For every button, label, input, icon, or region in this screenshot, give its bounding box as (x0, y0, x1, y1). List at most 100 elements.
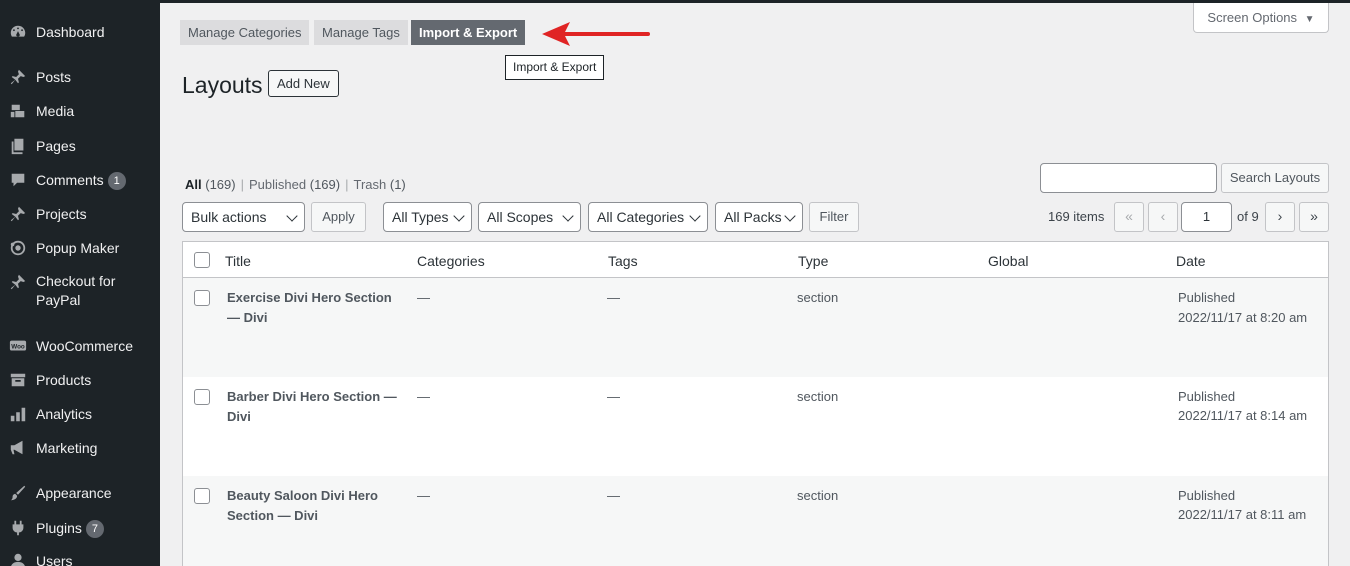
tab-manage-tags[interactable]: Manage Tags (314, 20, 408, 45)
select-all-checkbox[interactable] (194, 252, 210, 268)
pushpin-icon (9, 205, 27, 223)
sidebar-item-products[interactable]: Products (0, 370, 160, 390)
apply-button[interactable]: Apply (311, 202, 366, 232)
view-trash-count: (1) (389, 177, 406, 192)
table-row: Exercise Divi Hero Section — Divi — — se… (183, 278, 1328, 377)
row-date: 2022/11/17 at 8:11 am (1178, 507, 1307, 522)
tooltip-import-export: Import & Export (505, 55, 605, 80)
layouts-table: Title Categories Tags Type Global Date E… (182, 241, 1329, 566)
paintbrush-icon (9, 484, 27, 502)
sidebar-item-dashboard[interactable]: Dashboard (0, 22, 160, 42)
prev-page-button: ‹ (1148, 202, 1178, 232)
sidebar-item-label: Posts (36, 69, 72, 85)
chevron-down-icon (689, 210, 701, 222)
filter-button[interactable]: Filter (809, 202, 859, 232)
tab-manage-categories[interactable]: Manage Categories (180, 20, 310, 45)
sidebar-item-label: Checkout for PayPal (36, 273, 116, 308)
sidebar-item-woocommerce[interactable]: Woo WooCommerce (0, 336, 160, 356)
sidebar-item-media[interactable]: Media (0, 101, 160, 121)
tab-import-export[interactable]: Import & Export (411, 20, 526, 45)
view-all-label: All (185, 177, 202, 192)
row-categories: — (417, 290, 430, 305)
sidebar-item-label: Appearance (36, 485, 112, 501)
sidebar-item-plugins[interactable]: Plugins 7 (0, 518, 160, 538)
search-layouts-button[interactable]: Search Layouts (1221, 163, 1329, 193)
admin-sidebar: Dashboard Posts Media Pages Comments 1 Pr… (0, 0, 160, 566)
chevron-down-icon (562, 210, 574, 222)
sidebar-item-comments[interactable]: Comments 1 (0, 170, 160, 190)
plug-icon (9, 519, 27, 537)
sidebar-item-marketing[interactable]: Marketing (0, 438, 160, 458)
table-row: Barber Divi Hero Section — Divi — — sect… (183, 377, 1328, 476)
comment-count-badge: 1 (107, 172, 126, 190)
sidebar-item-label: Projects (36, 206, 87, 222)
sidebar-item-posts[interactable]: Posts (0, 67, 160, 87)
svg-text:Woo: Woo (11, 343, 25, 350)
row-type: section (797, 290, 839, 305)
archive-icon (9, 371, 27, 389)
view-trash[interactable]: Trash (1) (353, 177, 405, 192)
screen-options-label: Screen Options (1207, 10, 1298, 25)
row-title-link[interactable]: Barber Divi Hero Section — Divi (227, 387, 402, 426)
row-tags: — (607, 389, 620, 404)
column-date[interactable]: Date (1176, 253, 1206, 269)
screen-options-button[interactable]: Screen Options ▼ (1193, 3, 1329, 33)
sidebar-item-pages[interactable]: Pages (0, 136, 160, 156)
view-published[interactable]: Published (169) (249, 177, 340, 192)
column-tags: Tags (608, 253, 638, 269)
search-input[interactable] (1040, 163, 1217, 193)
row-type: section (797, 389, 839, 404)
sidebar-item-label: Popup Maker (36, 240, 120, 256)
column-type: Type (798, 253, 829, 269)
sidebar-item-projects[interactable]: Projects (0, 204, 160, 224)
sidebar-item-analytics[interactable]: Analytics (0, 404, 160, 424)
sidebar-item-label: Users (36, 553, 73, 566)
pushpin-icon (9, 273, 27, 291)
red-arrow-annotation (542, 22, 650, 46)
bulk-actions-select[interactable]: Bulk actions (182, 202, 305, 232)
sidebar-item-checkout-paypal[interactable]: Checkout for PayPal (0, 272, 160, 312)
row-date: 2022/11/17 at 8:14 am (1178, 408, 1308, 423)
sidebar-item-appearance[interactable]: Appearance (0, 483, 160, 503)
packs-select[interactable]: All Packs (715, 202, 803, 232)
packs-value: All Packs (724, 209, 782, 225)
row-tags: — (607, 488, 620, 503)
view-all[interactable]: All (169) (185, 177, 236, 192)
sidebar-item-label: Comments (36, 172, 104, 188)
scopes-select[interactable]: All Scopes (478, 202, 581, 232)
chevron-down-icon (784, 210, 796, 222)
next-page-button[interactable]: › (1265, 202, 1295, 232)
row-checkbox[interactable] (194, 389, 210, 405)
sidebar-item-users[interactable]: Users (0, 551, 160, 566)
last-page-button[interactable]: » (1299, 202, 1329, 232)
separator: | (345, 177, 349, 192)
row-title-link[interactable]: Exercise Divi Hero Section — Divi (227, 288, 402, 327)
caret-down-icon: ▼ (1304, 14, 1315, 25)
bar-chart-icon (9, 405, 27, 423)
row-title-link[interactable]: Beauty Saloon Divi Hero Section — Divi (227, 486, 402, 525)
scopes-value: All Scopes (487, 209, 554, 225)
view-filters: All (169) | Published (169) | Trash (1) (185, 177, 406, 192)
current-page-input[interactable]: 1 (1181, 202, 1232, 232)
row-checkbox[interactable] (194, 290, 210, 306)
row-checkbox[interactable] (194, 488, 210, 504)
sidebar-item-popup-maker[interactable]: Popup Maker (0, 238, 160, 258)
sidebar-item-label: WooCommerce (36, 338, 133, 354)
view-published-label: Published (249, 177, 307, 192)
add-new-button[interactable]: Add New (268, 70, 339, 97)
types-value: All Types (392, 209, 449, 225)
sidebar-item-label: Analytics (36, 406, 93, 422)
separator: | (240, 177, 244, 192)
row-status: Published (1178, 389, 1236, 404)
row-type: section (797, 488, 839, 503)
column-title[interactable]: Title (225, 253, 251, 269)
types-select[interactable]: All Types (383, 202, 472, 232)
first-page-button: « (1114, 202, 1144, 232)
sidebar-item-label: Plugins (36, 520, 82, 536)
top-bar-edge (160, 0, 1350, 3)
categories-select[interactable]: All Categories (588, 202, 708, 232)
chevron-down-icon (286, 210, 298, 222)
categories-value: All Categories (597, 209, 685, 225)
sidebar-item-label: Products (36, 372, 92, 388)
megaphone-icon (9, 439, 27, 457)
